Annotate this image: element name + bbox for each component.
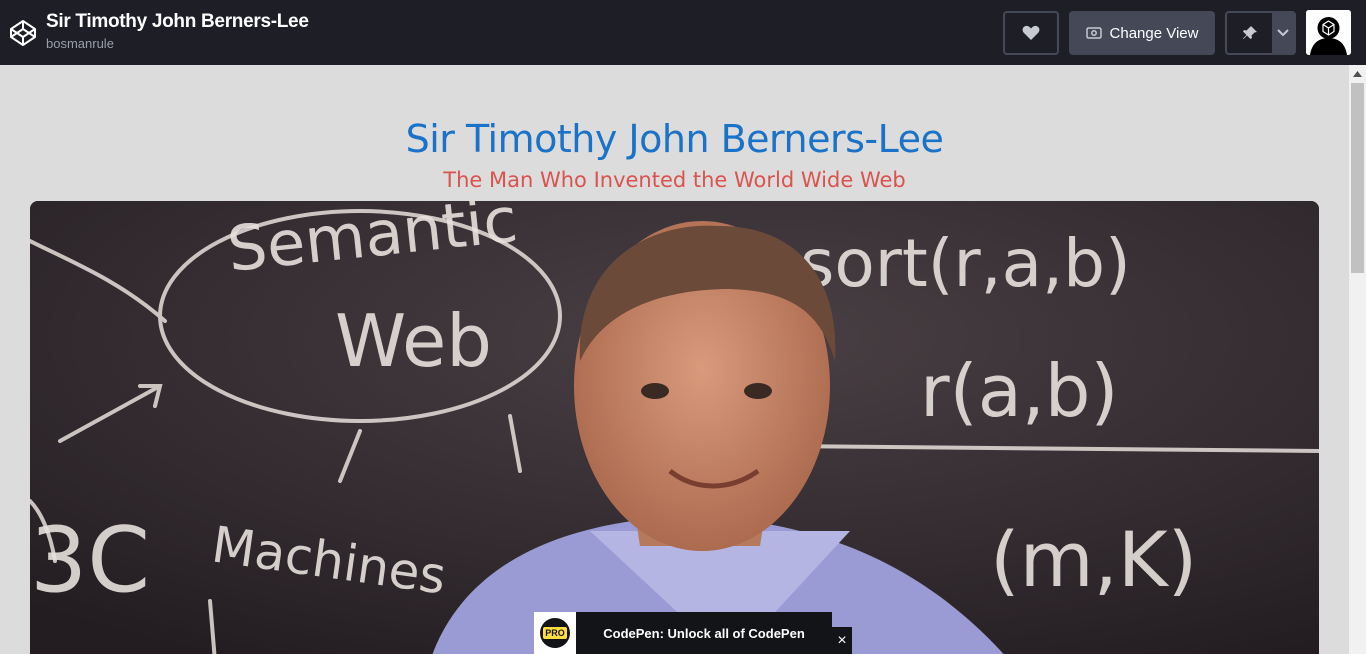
pro-promo-text[interactable]: CodePen: Unlock all of CodePen xyxy=(576,626,832,641)
pen-author[interactable]: bosmanrule xyxy=(46,36,114,51)
user-avatar[interactable] xyxy=(1306,10,1351,55)
chalk-rab: r(a,b) xyxy=(920,349,1119,433)
close-icon[interactable]: × xyxy=(832,627,852,654)
heart-icon xyxy=(1022,25,1040,40)
codepen-header: Sir Timothy John Berners-Lee bosmanrule … xyxy=(0,0,1366,65)
vertical-scrollbar[interactable] xyxy=(1349,65,1366,654)
pin-button-group xyxy=(1225,11,1296,55)
chalk-sort: sort(r,a,b) xyxy=(800,225,1131,302)
pin-icon xyxy=(1242,26,1257,39)
pin-button[interactable] xyxy=(1227,13,1272,53)
chalk-mk: (m,K) xyxy=(990,515,1197,604)
scroll-up-icon[interactable] xyxy=(1349,65,1366,82)
like-button[interactable] xyxy=(1003,11,1059,55)
pin-dropdown-toggle[interactable] xyxy=(1272,13,1294,53)
change-view-label: Change View xyxy=(1109,24,1199,42)
chevron-down-icon xyxy=(1277,29,1289,37)
pro-promo-banner[interactable]: PRO CodePen: Unlock all of CodePen xyxy=(534,612,832,654)
portrait-image: Semantic Web sort(r,a,b) r(a,b) Machines… xyxy=(30,201,1319,654)
page-subtitle: The Man Who Invented the World Wide Web xyxy=(443,168,906,192)
pen-preview: Sir Timothy John Berners-Lee The Man Who… xyxy=(0,65,1349,654)
chalk-web: Web xyxy=(335,299,492,383)
chalk-3c: 3C xyxy=(30,508,150,613)
pro-badge: PRO xyxy=(534,612,576,654)
pro-badge-label: PRO xyxy=(543,627,567,639)
pen-title[interactable]: Sir Timothy John Berners-Lee xyxy=(46,11,309,33)
scrollbar-thumb[interactable] xyxy=(1351,83,1364,273)
change-view-button[interactable]: Change View xyxy=(1069,11,1215,55)
view-icon xyxy=(1085,27,1102,39)
page-title: Sir Timothy John Berners-Lee xyxy=(405,117,944,161)
codepen-logo-icon[interactable] xyxy=(8,18,38,48)
